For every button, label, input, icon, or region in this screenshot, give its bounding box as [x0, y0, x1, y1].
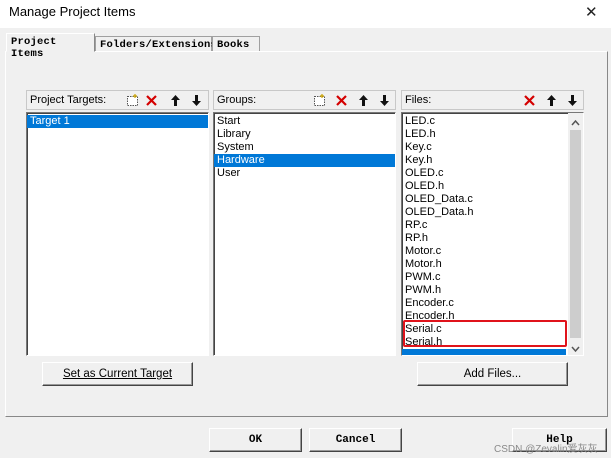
files-label: Files:: [405, 94, 432, 106]
list-item[interactable]: RP.h: [402, 232, 566, 245]
scroll-down-icon[interactable]: [571, 344, 580, 355]
list-item[interactable]: LED.h: [402, 128, 566, 141]
delete-icon[interactable]: [142, 91, 160, 109]
list-item[interactable]: PWM.c: [402, 271, 566, 284]
tab-project-items[interactable]: Project Items: [6, 33, 95, 60]
move-down-icon[interactable]: [187, 91, 205, 109]
list-item[interactable]: OLED.c: [402, 167, 566, 180]
targets-list[interactable]: Target 1: [26, 112, 209, 356]
scroll-thumb[interactable]: [570, 130, 581, 338]
list-item[interactable]: Library: [214, 128, 395, 141]
ok-button[interactable]: OK: [209, 428, 302, 452]
cancel-button[interactable]: Cancel: [309, 428, 402, 452]
list-item[interactable]: Target 1: [27, 115, 208, 128]
list-item[interactable]: User: [214, 167, 395, 180]
new-icon[interactable]: [123, 91, 141, 109]
list-item[interactable]: RP.c: [402, 219, 566, 232]
move-up-icon[interactable]: [354, 91, 372, 109]
list-item[interactable]: Encoder.c: [402, 297, 566, 310]
list-item[interactable]: Motor.c: [402, 245, 566, 258]
groups-header: Groups:: [213, 90, 396, 110]
list-item[interactable]: Key.h: [402, 154, 566, 167]
list-item[interactable]: Start: [214, 115, 395, 128]
highlight-box: [403, 320, 567, 347]
files-header: Files:: [401, 90, 584, 110]
set-current-target-button[interactable]: Set as Current Target: [42, 362, 193, 386]
list-item[interactable]: System: [214, 141, 395, 154]
delete-icon[interactable]: [332, 91, 350, 109]
move-down-icon[interactable]: [563, 91, 581, 109]
move-up-icon[interactable]: [542, 91, 560, 109]
list-item[interactable]: Key.c: [402, 141, 566, 154]
new-icon[interactable]: [310, 91, 328, 109]
list-item[interactable]: PWM.h: [402, 284, 566, 297]
groups-label: Groups:: [217, 94, 257, 106]
list-item[interactable]: OLED_Data.h: [402, 206, 566, 219]
list-item[interactable]: OLED.h: [402, 180, 566, 193]
tab-folders-extensions[interactable]: Folders/Extensions: [95, 36, 217, 52]
set-current-target-label: Set as Current Target: [62, 368, 173, 380]
tab-books[interactable]: Books: [212, 36, 260, 52]
groups-list[interactable]: Start Library System Hardware User: [213, 112, 396, 356]
move-up-icon[interactable]: [166, 91, 184, 109]
list-item[interactable]: Motor.h: [402, 258, 566, 271]
files-scrollbar[interactable]: [568, 113, 583, 355]
add-files-button[interactable]: Add Files...: [417, 362, 568, 386]
add-files-label: Add Files...: [463, 368, 522, 380]
list-item[interactable]: LED.c: [402, 115, 566, 128]
scroll-up-icon[interactable]: [571, 117, 580, 129]
move-down-icon[interactable]: [375, 91, 393, 109]
targets-label: Project Targets:: [30, 94, 107, 106]
window-title: Manage Project Items: [9, 4, 136, 19]
watermark: CSDN @Zevalin爱灰灰: [494, 444, 598, 455]
delete-icon[interactable]: [520, 91, 538, 109]
list-item[interactable]: OLED_Data.c: [402, 193, 566, 206]
list-item-selected-partial[interactable]: [402, 349, 566, 355]
targets-header: Project Targets:: [26, 90, 209, 110]
close-icon[interactable]: ✕: [585, 3, 598, 21]
list-item[interactable]: Hardware: [214, 154, 395, 167]
